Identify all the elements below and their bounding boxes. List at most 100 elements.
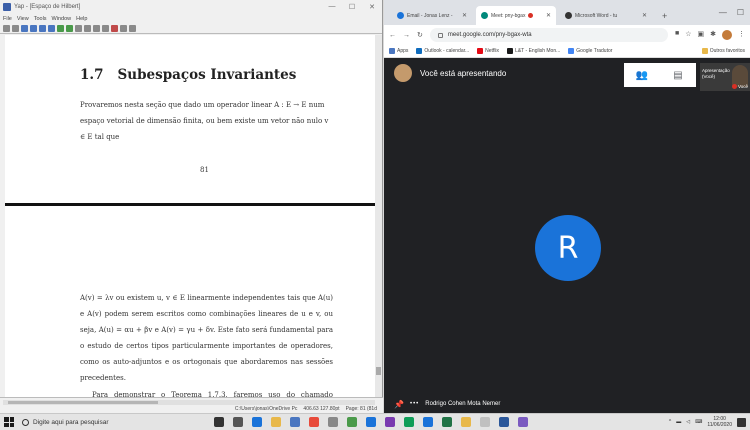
- menu-file[interactable]: File: [3, 16, 12, 22]
- task-view-icon[interactable]: [233, 417, 243, 427]
- extension-icon[interactable]: ▣: [698, 30, 705, 40]
- tab-meet[interactable]: Meet: pny-bgax ✕: [476, 6, 556, 25]
- taskbar-clock[interactable]: 12:00 11/06/2020: [707, 416, 732, 428]
- pdf-window-controls: — ☐ ✕: [322, 3, 382, 11]
- excel-icon[interactable]: [442, 417, 452, 427]
- scroll-thumb[interactable]: [376, 367, 381, 375]
- mail-icon[interactable]: [423, 417, 433, 427]
- maximize-button[interactable]: ☐: [737, 8, 744, 17]
- bookmark-outlook[interactable]: Outlook - calendar...: [416, 48, 469, 54]
- status-path: C:\Users\jonas\OneDrive Pc: [234, 406, 298, 412]
- close-tab-icon[interactable]: ✕: [546, 12, 551, 19]
- prev-page-icon[interactable]: [30, 24, 37, 32]
- next-page-icon[interactable]: [39, 24, 46, 32]
- netflix-icon: [477, 48, 484, 54]
- self-view-tile[interactable]: Apresentação (Você) Você: [700, 63, 750, 91]
- chrome-icon[interactable]: [309, 417, 319, 427]
- fit-page-icon[interactable]: [102, 24, 109, 32]
- pdf-page-81: 1.7 Subespaços Invariantes Provaremos ne…: [5, 35, 375, 203]
- back-icon[interactable]: [57, 24, 64, 32]
- tab-label: Microsoft Word - tu: [575, 12, 618, 19]
- close-tab-icon[interactable]: ✕: [462, 12, 467, 19]
- pdf-horizontal-scrollbar[interactable]: [3, 400, 375, 405]
- app-icon[interactable]: [328, 417, 338, 427]
- tab-label: Email - Jonas Lenz -: [407, 12, 453, 19]
- print-icon[interactable]: [12, 24, 19, 32]
- network-icon[interactable]: ▬: [676, 419, 681, 425]
- profile-avatar[interactable]: [722, 30, 732, 40]
- minimize-button[interactable]: —: [719, 8, 727, 17]
- language-icon[interactable]: ⌨: [695, 419, 702, 425]
- menu-tools[interactable]: Tools: [34, 16, 47, 22]
- open-icon[interactable]: [3, 24, 10, 32]
- cortana-icon[interactable]: [214, 417, 224, 427]
- app-icon[interactable]: [480, 417, 490, 427]
- pdf-document-area[interactable]: 1.7 Subespaços Invariantes Provaremos ne…: [5, 35, 375, 397]
- search-icon[interactable]: [129, 24, 136, 32]
- lt-icon: [507, 48, 514, 54]
- pin-icon[interactable]: 📌: [394, 400, 404, 409]
- app-icon[interactable]: [366, 417, 376, 427]
- hscroll-thumb[interactable]: [8, 401, 158, 404]
- back-icon[interactable]: ←: [389, 32, 396, 39]
- word-icon[interactable]: [499, 417, 509, 427]
- pdf-vertical-scrollbar[interactable]: [375, 35, 382, 397]
- maximize-button[interactable]: ☐: [342, 3, 362, 11]
- edge-icon[interactable]: [252, 417, 262, 427]
- close-button[interactable]: ✕: [362, 3, 382, 11]
- zoom-out-icon[interactable]: [84, 24, 91, 32]
- new-tab-button[interactable]: +: [662, 11, 667, 21]
- explorer-icon[interactable]: [271, 417, 281, 427]
- section-heading: 1.7 Subespaços Invariantes: [80, 67, 333, 83]
- reload-icon[interactable]: ↻: [417, 31, 423, 39]
- star-icon[interactable]: ☆: [685, 30, 691, 40]
- apps-icon: [389, 48, 395, 54]
- more-options-icon[interactable]: •••: [410, 401, 419, 407]
- people-icon[interactable]: 👥: [624, 63, 660, 87]
- app-icon[interactable]: [347, 417, 357, 427]
- bookmark-translate[interactable]: Google Tradutor: [568, 48, 612, 54]
- participant-name-bar: 📌 ••• Rodrigo Cohen Mota Nemer: [384, 395, 750, 413]
- menu-icon[interactable]: ⋮: [738, 30, 745, 40]
- camera-icon[interactable]: ■: [675, 30, 679, 40]
- app-icon[interactable]: [404, 417, 414, 427]
- bookmark-apps[interactable]: Apps: [389, 48, 408, 54]
- menu-window[interactable]: Window: [52, 16, 72, 22]
- url-field[interactable]: meet.google.com/pny-bgax-wta: [429, 28, 668, 42]
- volume-icon[interactable]: ◁: [686, 419, 690, 425]
- taskbar-search[interactable]: Digite aqui para pesquisar: [22, 415, 202, 430]
- status-size: 406.63 127.80pt: [303, 406, 340, 412]
- paragraph-intro: Provaremos nesta seção que dado um opera…: [80, 101, 329, 141]
- close-tab-icon[interactable]: ✕: [642, 12, 647, 19]
- menu-help[interactable]: Help: [76, 16, 87, 22]
- bookmark-lt[interactable]: L&T - English Mon...: [507, 48, 560, 54]
- menu-view[interactable]: View: [17, 16, 29, 22]
- app-icon[interactable]: [461, 417, 471, 427]
- bookmark-netflix[interactable]: Netflix: [477, 48, 499, 54]
- zoom-in-icon[interactable]: [75, 24, 82, 32]
- fit-width-icon[interactable]: [93, 24, 100, 32]
- forward-icon[interactable]: →: [403, 32, 410, 39]
- other-bookmarks[interactable]: Outros favoritos: [701, 48, 745, 54]
- app-icon[interactable]: [518, 417, 528, 427]
- tab-word[interactable]: Microsoft Word - tu ✕: [560, 6, 652, 25]
- search-icon: [22, 418, 29, 426]
- yap-app-icon: [3, 3, 11, 11]
- outlook-icon: [416, 48, 423, 54]
- tab-email[interactable]: Email - Jonas Lenz - ✕: [392, 6, 472, 25]
- notification-icon[interactable]: [737, 417, 746, 427]
- store-icon[interactable]: [290, 417, 300, 427]
- chat-icon[interactable]: ▤: [660, 63, 696, 87]
- puzzle-icon[interactable]: ✱: [710, 30, 716, 40]
- refresh-icon[interactable]: [120, 24, 127, 32]
- address-bar: ← → ↻ meet.google.com/pny-bgax-wta ■ ☆ ▣…: [384, 25, 750, 45]
- windows-start-icon[interactable]: [4, 417, 14, 427]
- section-title: Subespaços Invariantes: [117, 67, 297, 83]
- minimize-button[interactable]: —: [322, 3, 342, 11]
- chevron-up-icon[interactable]: ^: [669, 419, 671, 425]
- stop-icon[interactable]: [111, 24, 118, 32]
- forward-icon[interactable]: [66, 24, 73, 32]
- last-page-icon[interactable]: [48, 24, 55, 32]
- onenote-icon[interactable]: [385, 417, 395, 427]
- first-page-icon[interactable]: [21, 24, 28, 32]
